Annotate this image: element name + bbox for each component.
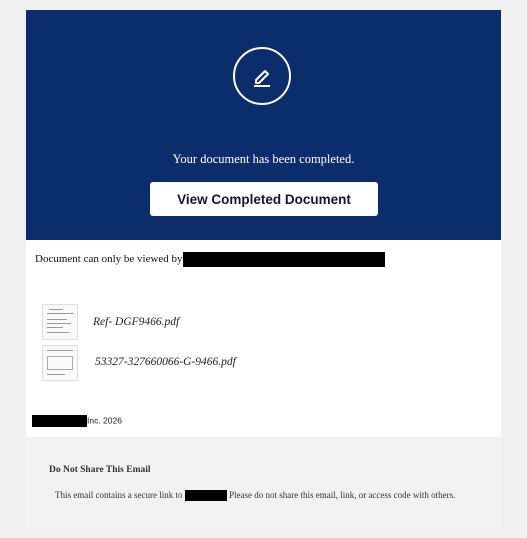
viewed-by-label: Document can only be viewed by [35,253,183,266]
redacted-company-name [32,415,87,427]
notice-title: Do Not Share This Email [49,465,151,475]
security-notice: Do Not Share This Email This email conta… [26,437,501,528]
document-thumbnail-icon[interactable] [42,304,78,340]
email-viewport: { "hero": { "icon": "pen-edit-icon", "me… [0,0,527,538]
completion-message: Your document has been completed. [172,152,355,166]
redacted-sender-name [184,490,227,502]
attachment-file-name[interactable]: Ref- DGF9466.pdf [93,316,179,328]
hero-banner: Your document has been completed. View C… [26,10,501,240]
copyright-line: Inc. 2026 [32,415,122,427]
email-card: Your document has been completed. View C… [26,10,501,528]
view-completed-document-button[interactable]: View Completed Document [150,182,378,216]
pen-edit-icon [233,47,291,105]
redacted-recipient [182,252,385,267]
viewed-by-line: Document can only be viewed by [35,252,385,267]
document-thumbnail-icon[interactable] [42,345,78,381]
attachment-file-name[interactable]: 53327-327660066-G-9466.pdf [95,356,236,368]
copyright-text: Inc. 2026 [87,415,122,426]
notice-text-after: Please do not share this email, link, or… [228,490,456,500]
notice-text-before: This email contains a secure link to [55,490,183,500]
notice-text: This email contains a secure link to Ple… [55,490,456,502]
